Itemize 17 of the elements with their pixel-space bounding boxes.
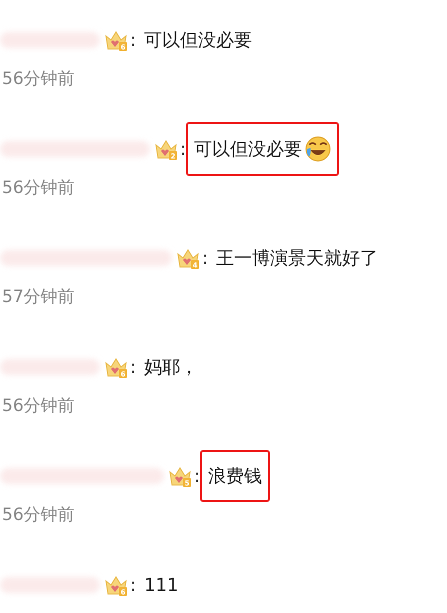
comment-time: 56分钟前 [1, 505, 76, 525]
comment-text: 可以但没必要 [186, 122, 340, 176]
colon: : [130, 30, 136, 50]
colon: : [202, 248, 208, 268]
comment-text: 可以但没必要 [143, 29, 254, 53]
comment-time: 56分钟前 [1, 178, 76, 198]
comment-text: 浪费钱 [200, 450, 270, 502]
comment-text: 111 [143, 574, 180, 598]
comment-time: 57分钟前 [1, 287, 76, 307]
comment-time: 56分钟前 [1, 69, 76, 89]
comment-text: 王一博演景天就好了 [215, 247, 380, 271]
colon: : [130, 356, 136, 378]
colon: : [194, 466, 200, 486]
colon: : [180, 138, 186, 160]
comment-time: 56分钟前 [1, 396, 76, 416]
colon: : [130, 574, 136, 596]
comment-text: 妈耶， [143, 356, 200, 380]
